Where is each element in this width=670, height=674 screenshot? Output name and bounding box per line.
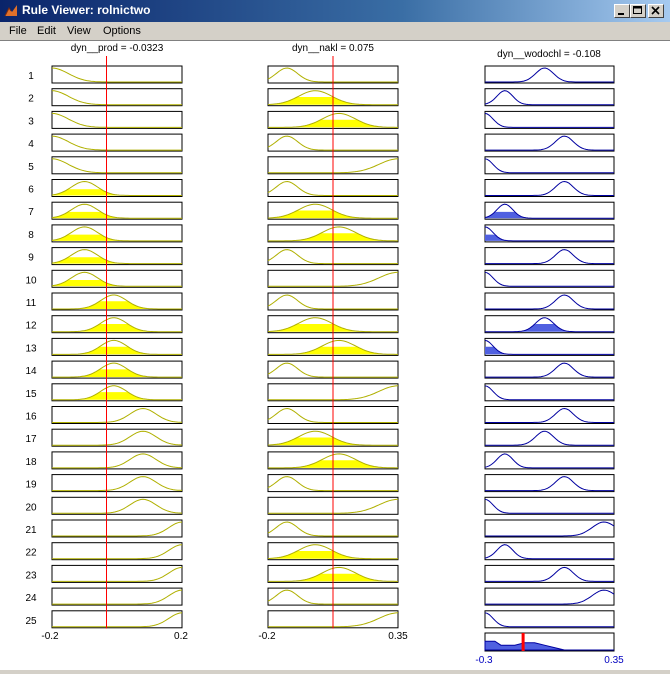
minimize-icon: [618, 13, 624, 15]
mf-box: [484, 564, 615, 583]
mf-box: [484, 474, 615, 493]
rule-number: 13: [25, 343, 37, 354]
mf-box: [484, 110, 615, 129]
input1-range-min: -0.2: [41, 631, 59, 642]
mf-box: [484, 224, 615, 243]
rule-number: 10: [25, 275, 37, 286]
rule-number: 4: [28, 139, 34, 150]
rule-number: 14: [25, 366, 37, 377]
rule-number: 8: [28, 230, 34, 241]
mf-box: [484, 428, 615, 447]
rule-number: 25: [25, 616, 37, 627]
rule-number: 20: [25, 502, 37, 513]
close-button[interactable]: [648, 4, 664, 18]
rule-rows: 1234567891011121314151617181920212223242…: [25, 56, 615, 629]
mf-box: [51, 519, 183, 538]
mf-box: [51, 65, 183, 84]
menu-bar: File Edit View Options: [0, 22, 670, 40]
mf-box: [484, 406, 615, 424]
maximize-icon: [633, 6, 642, 14]
rule-number: 16: [25, 412, 37, 423]
mf-box: [484, 133, 615, 152]
rule-number: 1: [28, 71, 34, 82]
rule-number: 12: [25, 321, 37, 332]
mf-box: [51, 542, 183, 561]
input1-label: dyn__prod = -0.0323: [71, 43, 164, 54]
window-title: Rule Viewer: rolnictwo: [22, 3, 151, 17]
close-icon: [651, 6, 660, 15]
mf-box: [51, 156, 183, 175]
mf-box: [51, 88, 183, 107]
input2-label: dyn__nakl = 0.075: [292, 43, 374, 54]
menu-file[interactable]: File: [9, 25, 27, 37]
mf-box: [484, 496, 615, 515]
minimize-button[interactable]: [614, 4, 630, 18]
output-range-min: -0.3: [475, 655, 493, 666]
rule-number: 18: [25, 457, 37, 468]
menu-options[interactable]: Options: [103, 25, 141, 37]
mf-box: [51, 133, 183, 152]
rule-number: 15: [25, 389, 37, 400]
rule-number: 17: [25, 434, 37, 445]
mf-box: [484, 610, 615, 629]
rule-viewer-plot: dyn__prod = -0.0323 dyn__nakl = 0.075 dy…: [25, 43, 624, 666]
output-label: dyn__wodochl = -0.108: [497, 49, 601, 60]
title-bar[interactable]: Rule Viewer: rolnictwo: [0, 0, 670, 22]
menu-edit[interactable]: Edit: [37, 25, 56, 37]
rule-number: 2: [28, 94, 34, 105]
menu-view[interactable]: View: [67, 25, 91, 37]
mf-box: [484, 65, 615, 84]
mf-box: [484, 383, 615, 402]
mf-box: [484, 360, 615, 379]
rule-number: 22: [25, 548, 37, 559]
rule-number: 23: [25, 570, 37, 581]
input1-range-max: 0.2: [174, 631, 188, 642]
matlab-icon: [4, 5, 17, 17]
mf-box: [484, 179, 615, 197]
mf-box: [51, 587, 183, 606]
mf-box: [51, 610, 183, 629]
rule-number: 11: [26, 298, 37, 309]
maximize-button[interactable]: [630, 4, 646, 18]
mf-box: [484, 519, 615, 538]
rule-viewer-window: Rule Viewer: rolnictwo File Edit View Op…: [0, 0, 670, 670]
mf-box: [51, 564, 183, 583]
mf-box: [484, 337, 615, 356]
rule-number: 21: [25, 525, 37, 536]
mf-box: [484, 587, 615, 606]
rule-number: 3: [28, 116, 34, 127]
rule-number: 19: [25, 480, 37, 491]
rule-number: 5: [28, 162, 34, 173]
mf-box: [484, 269, 615, 288]
aggregate-output-plot: [484, 632, 615, 652]
mf-box: [484, 247, 615, 266]
rule-number: 6: [28, 185, 34, 196]
output-range-max: 0.35: [604, 655, 624, 666]
rule-number: 9: [28, 253, 34, 264]
rule-plot-area: dyn__prod = -0.0323 dyn__nakl = 0.075 dy…: [0, 40, 670, 670]
rule-number: 7: [28, 207, 34, 218]
input2-range-max: 0.35: [388, 631, 408, 642]
input2-range-min: -0.2: [258, 631, 276, 642]
mf-box: [51, 110, 183, 129]
rule-number: 24: [25, 593, 37, 604]
mf-box: [484, 292, 615, 311]
mf-box: [484, 156, 615, 175]
